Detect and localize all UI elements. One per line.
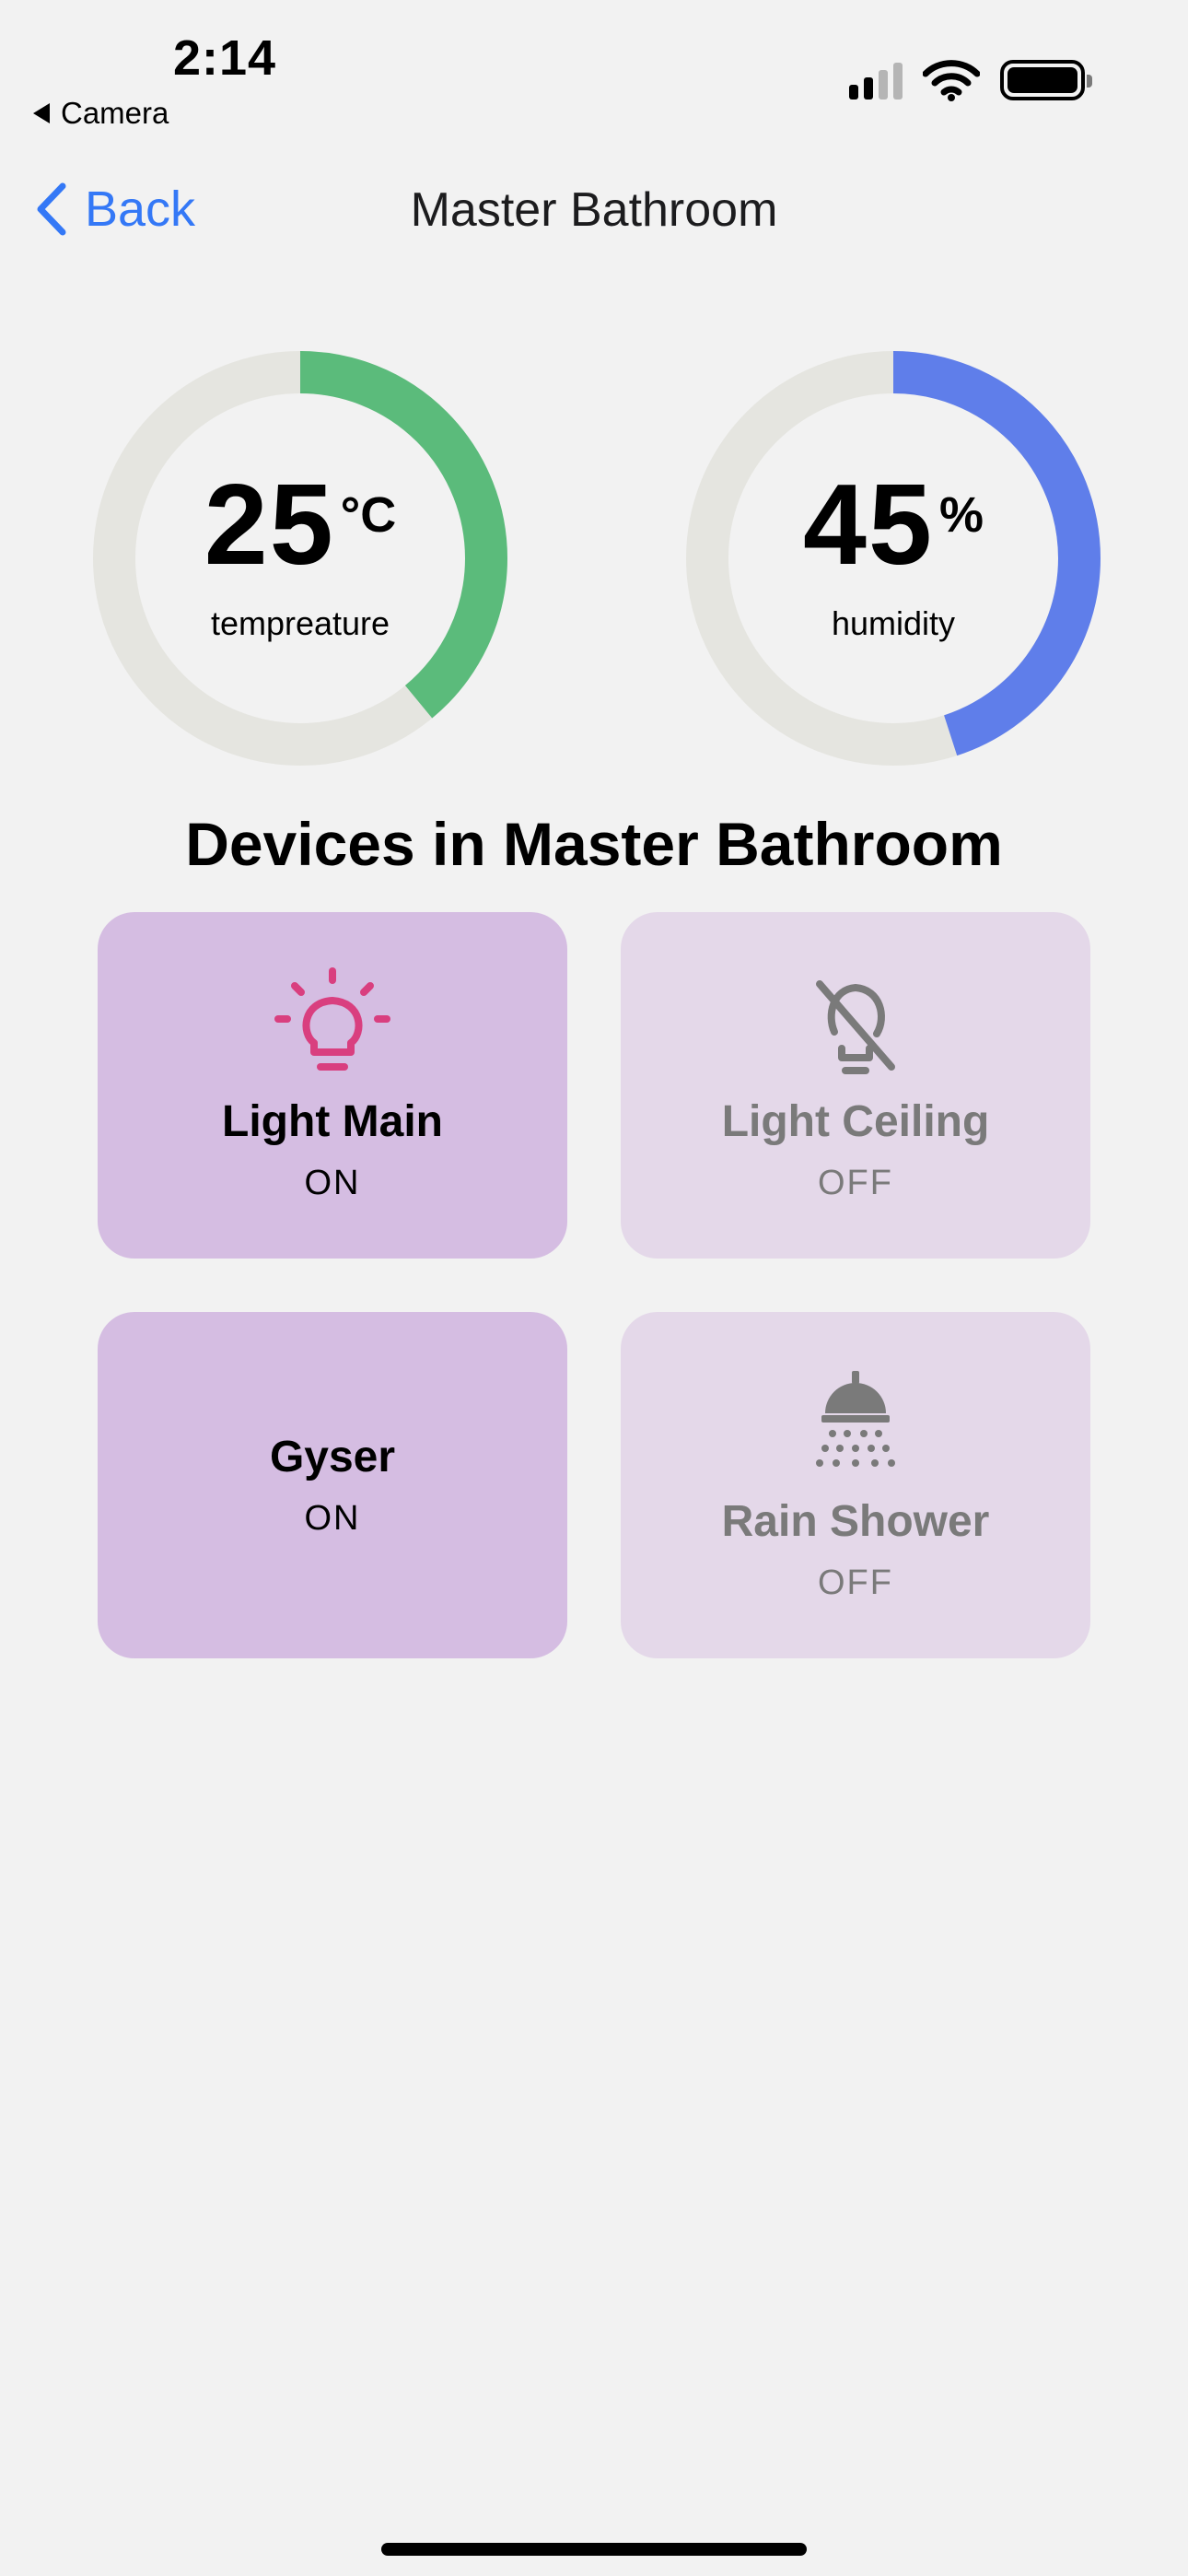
device-state: ON (304, 1499, 361, 1538)
lightbulb-icon (274, 967, 390, 1071)
temperature-label: tempreature (210, 604, 390, 642)
temperature-unit: °C (340, 487, 397, 543)
device-state: ON (304, 1164, 361, 1202)
home-indicator[interactable] (381, 2543, 807, 2556)
device-state: OFF (818, 1563, 893, 1602)
devices-section-title: Devices in Master Bathroom (185, 810, 1003, 878)
cellular-signal-icon (849, 61, 903, 100)
device-state: OFF (818, 1164, 893, 1202)
device-card-gyser[interactable]: Gyser ON (98, 1312, 567, 1658)
device-card-light-ceiling[interactable]: Light Ceiling OFF (621, 912, 1090, 1259)
status-icons (849, 59, 1092, 101)
back-to-app-link[interactable]: Camera (33, 96, 169, 131)
humidity-unit: % (938, 487, 984, 543)
wifi-icon (923, 60, 980, 101)
lightbulb-off-icon (816, 980, 895, 1074)
screen: 2:14 Camera Back Master Bathroom 25 °C t… (0, 0, 1188, 2576)
battery-icon (1000, 60, 1092, 100)
device-name: Light Ceiling (721, 1097, 990, 1146)
temperature-gauge: 25 °C tempreature (90, 348, 510, 768)
humidity-gauge: 45 % humidity (683, 348, 1103, 768)
temperature-value: 25 (204, 462, 335, 589)
humidity-value: 45 (803, 462, 934, 589)
device-name: Light Main (222, 1097, 443, 1146)
back-app-label: Camera (61, 96, 169, 130)
back-triangle-icon (33, 103, 50, 123)
status-time: 2:14 (173, 30, 277, 86)
shower-icon (816, 1371, 895, 1467)
page-title: Master Bathroom (410, 183, 778, 237)
device-card-rain-shower[interactable]: Rain Shower OFF (621, 1312, 1090, 1658)
device-card-light-main[interactable]: Light Main ON (98, 912, 567, 1259)
humidity-label: humidity (831, 604, 956, 642)
device-name: Gyser (269, 1433, 396, 1481)
device-name: Rain Shower (721, 1497, 990, 1546)
